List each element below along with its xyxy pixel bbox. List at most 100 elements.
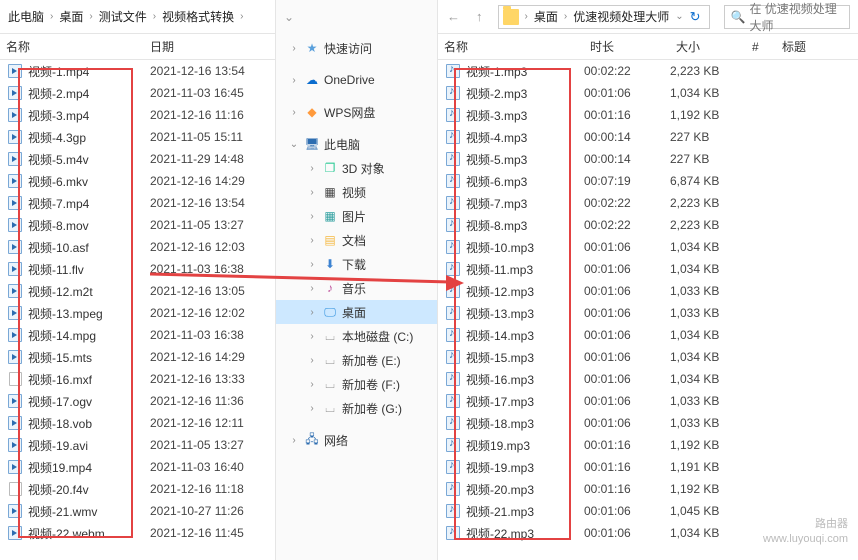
file-name: 视频-14.mpg [28, 327, 150, 344]
file-row[interactable]: 视频-5.m4v2021-11-29 14:48 [0, 148, 275, 170]
nav-up-icon[interactable]: ↑ [471, 9, 488, 24]
expand-icon[interactable]: › [306, 379, 318, 390]
file-row[interactable]: 视频-2.mp300:01:061,034 KB [438, 82, 858, 104]
tree-item[interactable]: ›▦视频 [276, 180, 437, 204]
file-date: 2021-11-05 15:11 [150, 130, 260, 144]
col-header-size[interactable]: 大小 [670, 38, 746, 55]
file-row[interactable]: 视频-10.mp300:01:061,034 KB [438, 236, 858, 258]
file-row[interactable]: 视频-8.mp300:02:222,223 KB [438, 214, 858, 236]
file-row[interactable]: 视频-2.mp42021-11-03 16:45 [0, 82, 275, 104]
col-header-name[interactable]: 名称 [438, 38, 584, 55]
expand-icon[interactable]: › [306, 163, 318, 174]
expand-icon[interactable]: › [306, 403, 318, 414]
file-row[interactable]: 视频-11.mp300:01:061,034 KB [438, 258, 858, 280]
col-header-date[interactable]: 日期 [144, 38, 180, 55]
tree-item[interactable]: ›▦图片 [276, 204, 437, 228]
col-header-title[interactable]: 标题 [776, 38, 812, 55]
file-row[interactable]: 视频-18.vob2021-12-16 12:11 [0, 412, 275, 434]
file-row[interactable]: 视频-6.mp300:07:196,874 KB [438, 170, 858, 192]
tree-item[interactable]: ›❐3D 对象 [276, 156, 437, 180]
file-row[interactable]: 视频-13.mpeg2021-12-16 12:02 [0, 302, 275, 324]
file-row[interactable]: 视频-20.mp300:01:161,192 KB [438, 478, 858, 500]
file-name: 视频-18.mp3 [466, 415, 584, 432]
file-row[interactable]: 视频-17.ogv2021-12-16 11:36 [0, 390, 275, 412]
file-row[interactable]: 视频-11.flv2021-11-03 16:38 [0, 258, 275, 280]
refresh-icon[interactable]: ↻ [686, 9, 705, 25]
expand-icon[interactable]: › [306, 307, 318, 318]
col-header-hash[interactable]: # [746, 40, 776, 54]
file-row[interactable]: 视频-12.mp300:01:061,033 KB [438, 280, 858, 302]
file-row[interactable]: 视频-12.m2t2021-12-16 13:05 [0, 280, 275, 302]
expand-icon[interactable]: › [306, 259, 318, 270]
crumb-seg[interactable]: 桌面 [55, 8, 87, 25]
expand-icon[interactable]: › [288, 75, 300, 86]
file-row[interactable]: 视频-19.avi2021-11-05 13:27 [0, 434, 275, 456]
file-name: 视频-15.mts [28, 349, 150, 366]
tree-item[interactable]: ›◆WPS网盘 [276, 100, 437, 124]
path-box[interactable]: › 桌面 › 优速视频处理大师 ⌄ ↻ [498, 5, 710, 29]
file-row[interactable]: 视频-15.mp300:01:061,034 KB [438, 346, 858, 368]
dropdown-icon[interactable]: ⌄ [673, 11, 685, 22]
tree-item[interactable]: ›⌴新加卷 (E:) [276, 348, 437, 372]
file-row[interactable]: 视频-8.mov2021-11-05 13:27 [0, 214, 275, 236]
tree-item[interactable]: ›🖵桌面 [276, 300, 437, 324]
tree-item[interactable]: ›☁OneDrive [276, 68, 437, 92]
tree-item[interactable]: ›⌴新加卷 (G:) [276, 396, 437, 420]
search-input[interactable]: 🔍 在 优速视频处理大师 [724, 5, 850, 29]
expand-icon[interactable]: › [288, 107, 300, 118]
file-row[interactable]: 视频-19.mp300:01:161,191 KB [438, 456, 858, 478]
file-row[interactable]: 视频19.mp300:01:161,192 KB [438, 434, 858, 456]
file-row[interactable]: 视频-10.asf2021-12-16 12:03 [0, 236, 275, 258]
file-row[interactable]: 视频-4.mp300:00:14227 KB [438, 126, 858, 148]
file-row[interactable]: 视频-20.f4v2021-12-16 11:18 [0, 478, 275, 500]
tree-item[interactable]: ›♪音乐 [276, 276, 437, 300]
file-duration: 00:01:06 [584, 86, 670, 100]
file-row[interactable]: 视频-7.mp300:02:222,223 KB [438, 192, 858, 214]
col-header-name[interactable]: 名称 [0, 38, 144, 55]
crumb-seg[interactable]: 测试文件 [95, 8, 151, 25]
file-row[interactable]: 视频-4.3gp2021-11-05 15:11 [0, 126, 275, 148]
expand-icon[interactable]: › [306, 331, 318, 342]
file-row[interactable]: 视频-1.mp300:02:222,223 KB [438, 60, 858, 82]
crumb-seg[interactable]: 视频格式转换 [158, 8, 238, 25]
watermark-line: 路由器 [763, 517, 848, 531]
file-row[interactable]: 视频-15.mts2021-12-16 14:29 [0, 346, 275, 368]
file-row[interactable]: 视频-3.mp42021-12-16 11:16 [0, 104, 275, 126]
tree-item[interactable]: ›▤文档 [276, 228, 437, 252]
tree-item[interactable]: ›⌴本地磁盘 (C:) [276, 324, 437, 348]
file-row[interactable]: 视频-17.mp300:01:061,033 KB [438, 390, 858, 412]
tree-item[interactable]: ›🖧网络 [276, 428, 437, 452]
expand-icon[interactable]: ⌄ [288, 139, 300, 150]
file-row[interactable]: 视频-6.mkv2021-12-16 14:29 [0, 170, 275, 192]
tree-item[interactable]: ›⌴新加卷 (F:) [276, 372, 437, 396]
expand-icon[interactable]: › [306, 283, 318, 294]
file-row[interactable]: 视频-5.mp300:00:14227 KB [438, 148, 858, 170]
expand-icon[interactable]: › [288, 435, 300, 446]
file-row[interactable]: 视频-13.mp300:01:061,033 KB [438, 302, 858, 324]
file-row[interactable]: 视频-22.webm2021-12-16 11:45 [0, 522, 275, 544]
expand-icon[interactable]: › [306, 187, 318, 198]
expand-icon[interactable]: › [306, 235, 318, 246]
file-row[interactable]: 视频19.mp42021-11-03 16:40 [0, 456, 275, 478]
chevron-down-icon[interactable]: ⌄ [284, 10, 294, 24]
crumb-seg[interactable]: 桌面 [530, 8, 562, 25]
tree-item[interactable]: ›★快速访问 [276, 36, 437, 60]
file-row[interactable]: 视频-1.mp42021-12-16 13:54 [0, 60, 275, 82]
tree-item[interactable]: ⌄🖥此电脑 [276, 132, 437, 156]
file-row[interactable]: 视频-3.mp300:01:161,192 KB [438, 104, 858, 126]
file-row[interactable]: 视频-14.mpg2021-11-03 16:38 [0, 324, 275, 346]
file-row[interactable]: 视频-14.mp300:01:061,034 KB [438, 324, 858, 346]
tree-item[interactable]: ›⬇下载 [276, 252, 437, 276]
file-row[interactable]: 视频-21.wmv2021-10-27 11:26 [0, 500, 275, 522]
expand-icon[interactable]: › [306, 211, 318, 222]
col-header-num[interactable]: 时长 [584, 38, 670, 55]
file-row[interactable]: 视频-18.mp300:01:061,033 KB [438, 412, 858, 434]
file-row[interactable]: 视频-16.mxf2021-12-16 13:33 [0, 368, 275, 390]
crumb-seg[interactable]: 此电脑 [4, 8, 48, 25]
expand-icon[interactable]: › [288, 43, 300, 54]
file-row[interactable]: 视频-7.mp42021-12-16 13:54 [0, 192, 275, 214]
nav-back-icon[interactable]: ← [442, 9, 465, 24]
file-row[interactable]: 视频-16.mp300:01:061,034 KB [438, 368, 858, 390]
crumb-seg[interactable]: 优速视频处理大师 [569, 8, 673, 25]
expand-icon[interactable]: › [306, 355, 318, 366]
